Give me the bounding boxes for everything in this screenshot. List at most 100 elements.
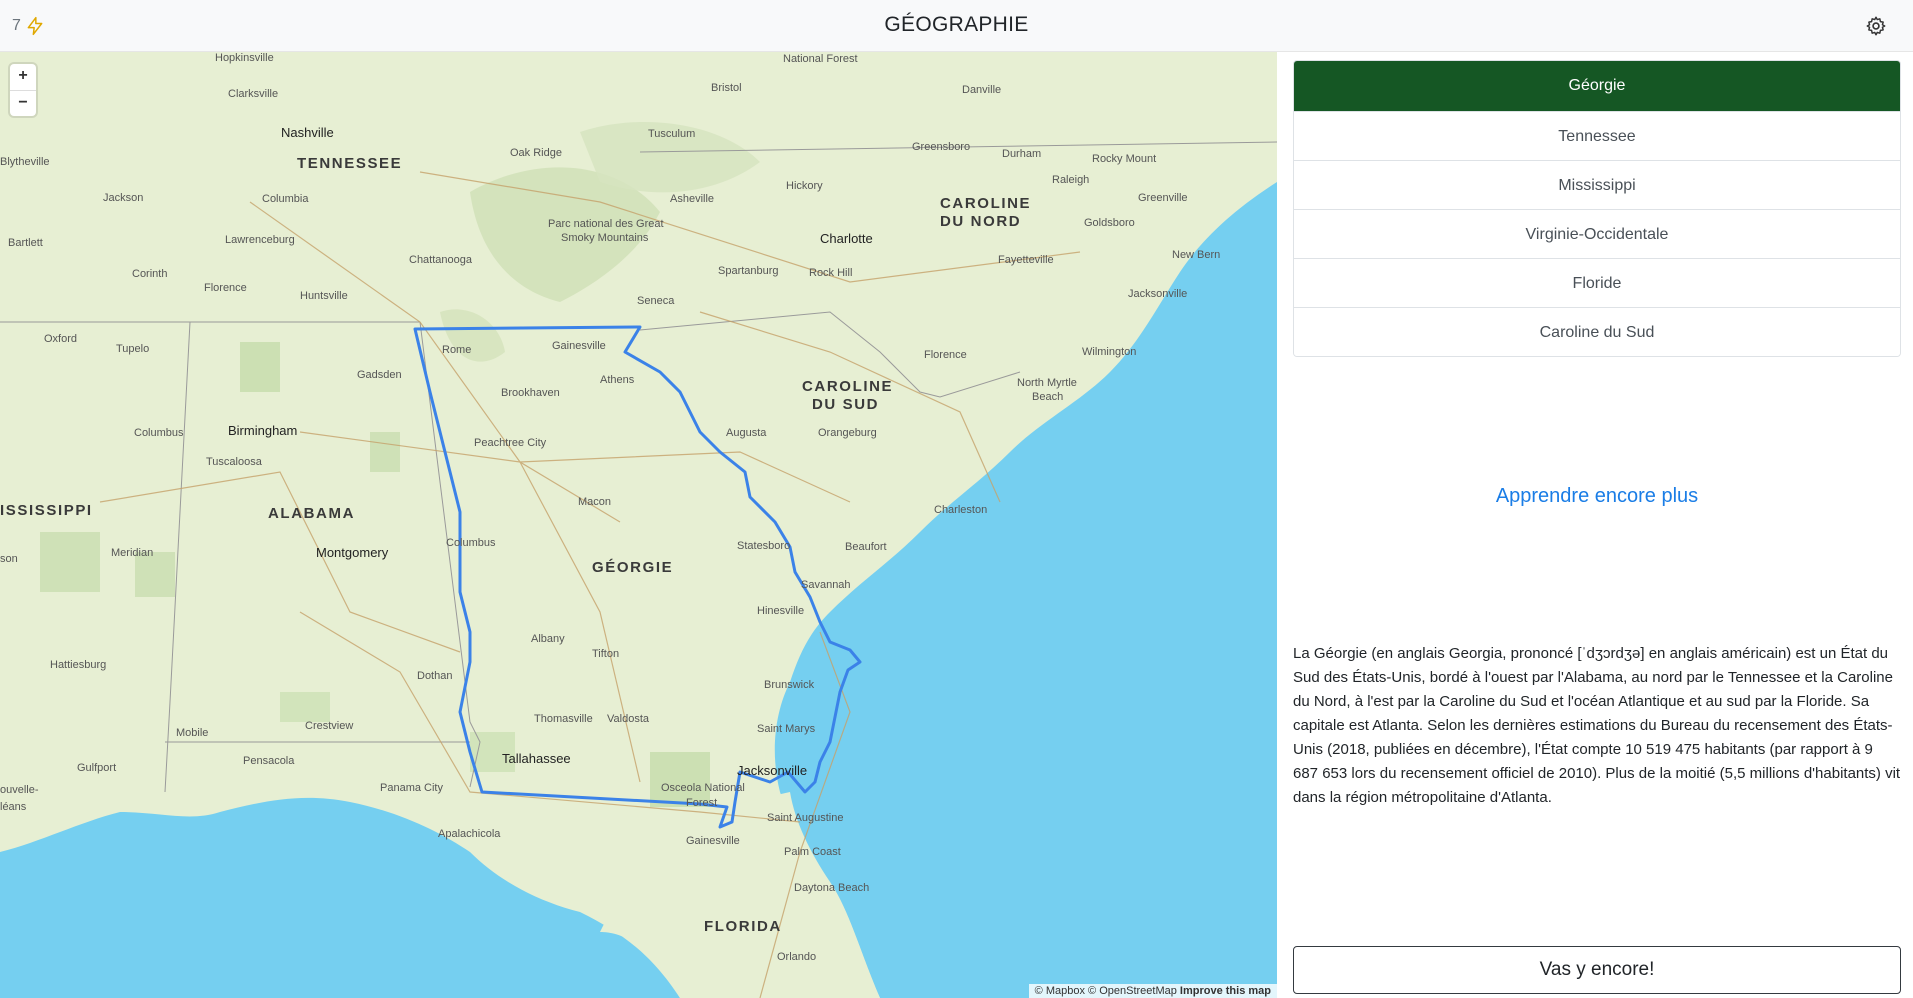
place-label: Macon — [578, 496, 612, 508]
place-label: Oak Ridge — [510, 147, 562, 159]
place-label: Albany — [531, 633, 565, 645]
choice-virginie-occidentale[interactable]: Virginie-Occidentale — [1294, 209, 1900, 258]
place-label: Corinth — [132, 268, 168, 280]
place-label: Florence — [924, 349, 967, 361]
place-label: Hopkinsville — [215, 52, 274, 64]
place-label: Thomasville — [534, 713, 593, 725]
place-label: Seneca — [637, 295, 675, 307]
place-label: Charlotte — [820, 231, 873, 246]
place-label: Augusta — [726, 427, 767, 439]
place-label: Orlando — [777, 951, 817, 963]
place-label: Daytona Beach — [794, 882, 870, 894]
place-label: Pensacola — [243, 755, 295, 767]
place-label: National Forest — [783, 53, 858, 65]
place-label: Tuscaloosa — [206, 456, 262, 468]
place-label: Panama City — [380, 782, 443, 794]
place-label: Columbus — [134, 427, 184, 439]
place-label: Greensboro — [912, 141, 971, 153]
place-label: Gainesville — [552, 340, 606, 352]
place-label: Orangeburg — [818, 427, 877, 439]
place-label: Saint Augustine — [767, 812, 844, 824]
place-label: Spartanburg — [718, 265, 779, 277]
place-label: Columbia — [262, 193, 309, 205]
place-label: Lawrenceburg — [225, 234, 295, 246]
place-label: Fayetteville — [998, 254, 1054, 266]
place-label: Athens — [600, 374, 635, 386]
label-caroline-sud-2: DU SUD — [812, 396, 880, 413]
place-label: Oxford — [44, 333, 78, 345]
place-label: Birmingham — [228, 423, 298, 438]
improve-map-link[interactable]: Improve this map — [1180, 985, 1271, 997]
place-label: Durham — [1002, 148, 1042, 160]
place-label: Gulfport — [77, 762, 117, 774]
place-label: léans — [0, 801, 27, 813]
place-label: Brookhaven — [501, 387, 560, 399]
zoom-controls: + − — [10, 64, 36, 116]
place-label: Nashville — [281, 125, 334, 140]
place-label: Jackson — [103, 192, 144, 204]
zoom-in-button[interactable]: + — [10, 64, 36, 90]
choice-floride[interactable]: Floride — [1294, 258, 1900, 307]
gear-icon[interactable] — [1865, 15, 1887, 37]
place-label: Bristol — [711, 82, 742, 94]
map-view[interactable]: TENNESSEE CAROLINE DU NORD CAROLINE DU S… — [0, 52, 1277, 998]
label-alabama: ALABAMA — [268, 505, 356, 522]
place-label: Savannah — [801, 579, 851, 591]
choice-mississippi[interactable]: Mississippi — [1294, 160, 1900, 209]
learn-more-link[interactable]: Apprendre encore plus — [1293, 485, 1901, 508]
place-label: Dothan — [417, 670, 453, 682]
place-label: Goldsboro — [1084, 217, 1135, 229]
mapbox-link[interactable]: © Mapbox — [1035, 985, 1085, 997]
place-label: son — [0, 553, 18, 565]
place-label: Peachtree City — [474, 437, 547, 449]
place-label: Beach — [1032, 391, 1064, 403]
answer-panel: Géorgie Tennessee Mississippi Virginie-O… — [1293, 60, 1901, 994]
place-label: Danville — [962, 84, 1002, 96]
place-label: Blytheville — [0, 156, 50, 168]
place-label: Parc national des Great — [548, 218, 664, 230]
place-label: Forest — [686, 797, 718, 809]
place-label: Huntsville — [300, 290, 348, 302]
place-label: Columbus — [446, 537, 496, 549]
place-label: Beaufort — [845, 541, 887, 553]
choice-tennessee[interactable]: Tennessee — [1294, 111, 1900, 160]
zoom-out-button[interactable]: − — [10, 90, 36, 116]
label-tennessee: TENNESSEE — [297, 155, 403, 172]
state-description: La Géorgie (en anglais Georgia, prononcé… — [1293, 645, 1901, 806]
place-label: Brunswick — [764, 679, 815, 691]
answer-choices: Géorgie Tennessee Mississippi Virginie-O… — [1293, 60, 1901, 357]
label-caroline-nord-1: CAROLINE — [940, 195, 1032, 212]
place-label: Apalachicola — [438, 828, 501, 840]
place-label: Gainesville — [686, 835, 740, 847]
label-mississippi: ISSISSIPPI — [0, 502, 93, 519]
place-label: Jacksonville — [1128, 288, 1188, 300]
place-label: Osceola National — [661, 782, 745, 794]
place-label: Bartlett — [8, 237, 43, 249]
label-caroline-sud-1: CAROLINE — [802, 378, 894, 395]
place-label: Florence — [204, 282, 247, 294]
place-label: New Bern — [1172, 249, 1221, 261]
choice-caroline-du-sud[interactable]: Caroline du Sud — [1294, 307, 1900, 356]
place-label: Hattiesburg — [50, 659, 107, 671]
map-attribution: © Mapbox © OpenStreetMap Improve this ma… — [1028, 984, 1277, 998]
place-label: Montgomery — [316, 545, 389, 560]
place-label: ouvelle- — [0, 784, 39, 796]
label-caroline-nord-2: DU NORD — [940, 213, 1022, 230]
place-label: Tusculum — [648, 128, 696, 140]
place-label: Tallahassee — [502, 751, 571, 766]
place-label: Smoky Mountains — [561, 232, 649, 244]
app-header: 7 GÉOGRAPHIE — [0, 0, 1913, 52]
place-label: Charleston — [934, 504, 988, 516]
place-label: Raleigh — [1052, 174, 1090, 186]
label-florida: FLORIDA — [704, 918, 782, 935]
choice-georgie[interactable]: Géorgie — [1294, 61, 1900, 111]
place-label: Tifton — [592, 648, 620, 660]
play-again-button[interactable]: Vas y encore! — [1293, 946, 1901, 994]
place-label: Jacksonville — [737, 763, 808, 778]
place-label: Hickory — [786, 180, 823, 192]
place-label: Rock Hill — [809, 267, 853, 279]
place-label: Mobile — [176, 727, 209, 739]
place-label: Asheville — [670, 193, 715, 205]
osm-link[interactable]: © OpenStreetMap — [1088, 985, 1177, 997]
place-label: Clarksville — [228, 88, 279, 100]
